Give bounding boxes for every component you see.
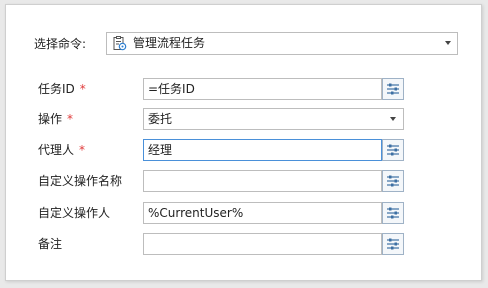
agent-label: 代理人 * bbox=[38, 143, 86, 157]
command-label: 选择命令: bbox=[34, 37, 87, 51]
remarks-field[interactable] bbox=[143, 233, 382, 255]
task-id-field[interactable]: =任务ID bbox=[143, 78, 382, 100]
custom-action-user-label: 自定义操作人 bbox=[38, 206, 111, 220]
required-marker: * bbox=[67, 112, 74, 126]
required-marker: * bbox=[79, 82, 86, 96]
formula-editor-icon bbox=[387, 144, 399, 156]
agent-formula-button[interactable] bbox=[382, 139, 404, 161]
command-value: 管理流程任务 bbox=[133, 36, 206, 50]
operation-label: 操作 * bbox=[38, 112, 74, 126]
remarks-label: 备注 bbox=[38, 237, 63, 251]
operation-select[interactable]: 委托 bbox=[143, 108, 404, 130]
task-manage-icon bbox=[113, 36, 127, 51]
command-select[interactable]: 管理流程任务 bbox=[106, 32, 458, 55]
agent-field[interactable]: 经理 bbox=[143, 139, 382, 161]
custom-action-name-formula-button[interactable] bbox=[382, 170, 404, 192]
formula-editor-icon bbox=[387, 175, 399, 187]
custom-action-user-formula-button[interactable] bbox=[382, 202, 404, 224]
custom-action-user-field[interactable]: %CurrentUser% bbox=[143, 202, 382, 224]
formula-editor-icon bbox=[387, 238, 399, 250]
task-id-formula-button[interactable] bbox=[382, 78, 404, 100]
settings-panel: 选择命令: 管理流程任务 任务ID * =任务ID 操作 * 委托 代理人 * 经 bbox=[5, 4, 482, 281]
operation-value: 委托 bbox=[148, 112, 173, 126]
formula-editor-icon bbox=[387, 207, 399, 219]
chevron-down-icon[interactable] bbox=[445, 41, 451, 45]
custom-action-name-field[interactable] bbox=[143, 170, 382, 192]
formula-editor-icon bbox=[387, 83, 399, 95]
task-id-label: 任务ID * bbox=[38, 82, 86, 96]
chevron-down-icon[interactable] bbox=[390, 117, 396, 121]
custom-action-name-label: 自定义操作名称 bbox=[38, 174, 123, 188]
required-marker: * bbox=[79, 143, 86, 157]
remarks-formula-button[interactable] bbox=[382, 233, 404, 255]
